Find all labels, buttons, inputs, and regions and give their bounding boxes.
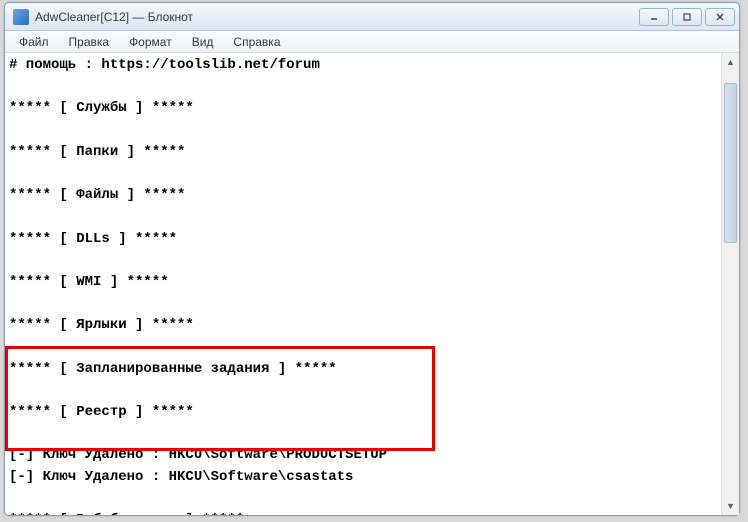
scroll-thumb[interactable] bbox=[724, 83, 737, 243]
maximize-button[interactable] bbox=[672, 8, 702, 26]
close-icon bbox=[715, 12, 725, 22]
notepad-window: AdwCleaner[C12] — Блокнот Файл Правка Фо… bbox=[4, 2, 740, 516]
menu-view[interactable]: Вид bbox=[182, 33, 224, 51]
window-title: AdwCleaner[C12] — Блокнот bbox=[35, 10, 639, 24]
minimize-button[interactable] bbox=[639, 8, 669, 26]
minimize-icon bbox=[649, 12, 659, 22]
titlebar[interactable]: AdwCleaner[C12] — Блокнот bbox=[5, 3, 739, 31]
scroll-down-button[interactable]: ▼ bbox=[722, 497, 739, 515]
menubar: Файл Правка Формат Вид Справка bbox=[5, 31, 739, 53]
close-button[interactable] bbox=[705, 8, 735, 26]
menu-help[interactable]: Справка bbox=[223, 33, 290, 51]
menu-file[interactable]: Файл bbox=[9, 33, 59, 51]
maximize-icon bbox=[682, 12, 692, 22]
text-editor[interactable]: # помощь : https://toolslib.net/forum **… bbox=[5, 53, 721, 515]
notepad-icon bbox=[13, 9, 29, 25]
menu-edit[interactable]: Правка bbox=[59, 33, 120, 51]
window-controls bbox=[639, 8, 735, 26]
vertical-scrollbar[interactable]: ▲ ▼ bbox=[721, 53, 739, 515]
content-area: # помощь : https://toolslib.net/forum **… bbox=[5, 53, 739, 515]
scroll-track[interactable] bbox=[722, 71, 739, 497]
scroll-up-button[interactable]: ▲ bbox=[722, 53, 739, 71]
menu-format[interactable]: Формат bbox=[119, 33, 182, 51]
